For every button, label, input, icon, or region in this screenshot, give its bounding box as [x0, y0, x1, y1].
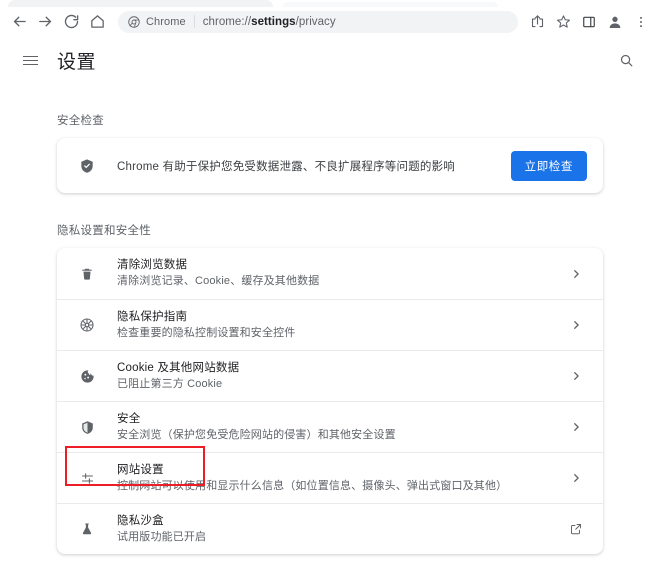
url-text: chrome://settings/privacy	[203, 16, 336, 28]
row-title: 清除浏览数据	[117, 259, 188, 271]
bookmark-star-icon[interactable]	[550, 9, 576, 35]
row-title: 隐私沙盒	[117, 514, 164, 527]
section-title-privacy-security: 隐私设置和安全性	[57, 225, 151, 237]
home-icon[interactable]	[84, 9, 110, 35]
url-bold-part: settings	[251, 15, 296, 28]
site-chip-label: Chrome	[146, 15, 186, 28]
settings-row-clear-browsing-data[interactable]: 清除浏览数据 清除浏览记录、Cookie、缓存及其他数据	[57, 248, 603, 299]
share-icon[interactable]	[524, 9, 550, 35]
chevron-right-icon[interactable]	[565, 371, 587, 381]
forward-arrow-icon[interactable]	[32, 9, 58, 35]
row-body: 安全 安全浏览（保护您免受危险网站的侵害）和其他安全设置	[117, 412, 565, 443]
safety-check-row: Chrome 有助于保护您免受数据泄露、不良扩展程序等问题的影响 立即检查	[57, 138, 603, 193]
settings-toolbar: 设置	[0, 36, 660, 84]
omnibox-divider	[193, 15, 195, 28]
row-body: Cookie 及其他网站数据 已阻止第三方 Cookie	[117, 361, 565, 392]
row-title: 隐私保护指南	[117, 310, 188, 323]
active-tab[interactable]	[8, 0, 273, 7]
url-scheme: chrome://	[202, 15, 252, 28]
row-title: Cookie 及其他网站数据	[117, 361, 240, 374]
row-title: 网站设置	[117, 463, 164, 476]
chrome-logo-icon	[128, 15, 140, 28]
trash-icon	[77, 267, 97, 281]
hamburger-menu-icon[interactable]	[16, 46, 44, 74]
row-body: 隐私保护指南 检查重要的隐私控制设置和安全控件	[117, 310, 565, 341]
settings-row-cookies[interactable]: Cookie 及其他网站数据 已阻止第三方 Cookie	[57, 350, 603, 401]
row-subtitle: 试用版功能已开启	[117, 530, 207, 543]
settings-row-security[interactable]: 安全 安全浏览（保护您免受危险网站的侵害）和其他安全设置	[57, 401, 603, 452]
chevron-right-icon[interactable]	[565, 320, 587, 330]
browser-toolbar: Chrome chrome://settings/privacy	[0, 7, 660, 36]
chevron-right-icon[interactable]	[565, 269, 587, 279]
row-subtitle: 安全浏览（保护您免受危险网站的侵害）和其他安全设置	[117, 428, 396, 441]
new-tab-area[interactable]	[283, 2, 498, 7]
open-in-new-icon[interactable]	[565, 523, 587, 535]
row-body: 清除浏览数据 清除浏览记录、Cookie、缓存及其他数据	[117, 258, 565, 289]
privacy-settings-card: 清除浏览数据 清除浏览记录、Cookie、缓存及其他数据 隐私保护指南 检查重要…	[57, 248, 603, 554]
tune-sliders-icon	[77, 471, 97, 486]
toolbar-actions	[524, 9, 654, 35]
cookie-icon	[77, 369, 97, 384]
back-arrow-icon[interactable]	[6, 9, 32, 35]
row-body: 隐私沙盒 试用版功能已开启	[117, 514, 565, 545]
check-now-button[interactable]: 立即检查	[510, 150, 587, 181]
profile-avatar-icon[interactable]	[602, 9, 628, 35]
safety-check-description: Chrome 有助于保护您免受数据泄露、不良扩展程序等问题的影响	[117, 160, 455, 173]
address-bar[interactable]: Chrome chrome://settings/privacy	[118, 10, 518, 33]
page-title: 设置	[57, 51, 97, 73]
shield-outline-icon	[77, 420, 97, 435]
row-subtitle: 控制网站可以使用和显示什么信息（如位置信息、摄像头、弹出式窗口及其他）	[117, 479, 508, 492]
settings-row-privacy-sandbox[interactable]: 隐私沙盒 试用版功能已开启	[57, 503, 603, 554]
more-menu-icon[interactable]	[628, 9, 654, 35]
row-subtitle: 清除浏览记录、Cookie、缓存及其他数据	[117, 275, 320, 287]
tab-strip	[0, 0, 660, 7]
row-title: 安全	[117, 412, 141, 425]
safety-check-card: Chrome 有助于保护您免受数据泄露、不良扩展程序等问题的影响 立即检查	[57, 138, 603, 193]
url-tail: /privacy	[295, 15, 336, 28]
settings-row-privacy-guide[interactable]: 隐私保护指南 检查重要的隐私控制设置和安全控件	[57, 299, 603, 350]
section-title-safety-check: 安全检查	[57, 115, 104, 127]
privacy-guide-icon	[77, 317, 97, 333]
reload-icon[interactable]	[58, 9, 84, 35]
settings-row-site-settings[interactable]: 网站设置 控制网站可以使用和显示什么信息（如位置信息、摄像头、弹出式窗口及其他）	[57, 452, 603, 503]
flask-icon	[77, 522, 97, 536]
row-subtitle: 已阻止第三方 Cookie	[117, 377, 223, 390]
chevron-right-icon[interactable]	[565, 422, 587, 432]
row-body: 网站设置 控制网站可以使用和显示什么信息（如位置信息、摄像头、弹出式窗口及其他）	[117, 463, 565, 494]
row-subtitle: 检查重要的隐私控制设置和安全控件	[117, 326, 296, 339]
side-panel-icon[interactable]	[576, 9, 602, 35]
shield-icon	[77, 158, 97, 174]
chevron-right-icon[interactable]	[565, 473, 587, 483]
search-icon[interactable]	[612, 46, 640, 74]
settings-content: 安全检查 Chrome 有助于保护您免受数据泄露、不良扩展程序等问题的影响 立即…	[0, 84, 660, 554]
